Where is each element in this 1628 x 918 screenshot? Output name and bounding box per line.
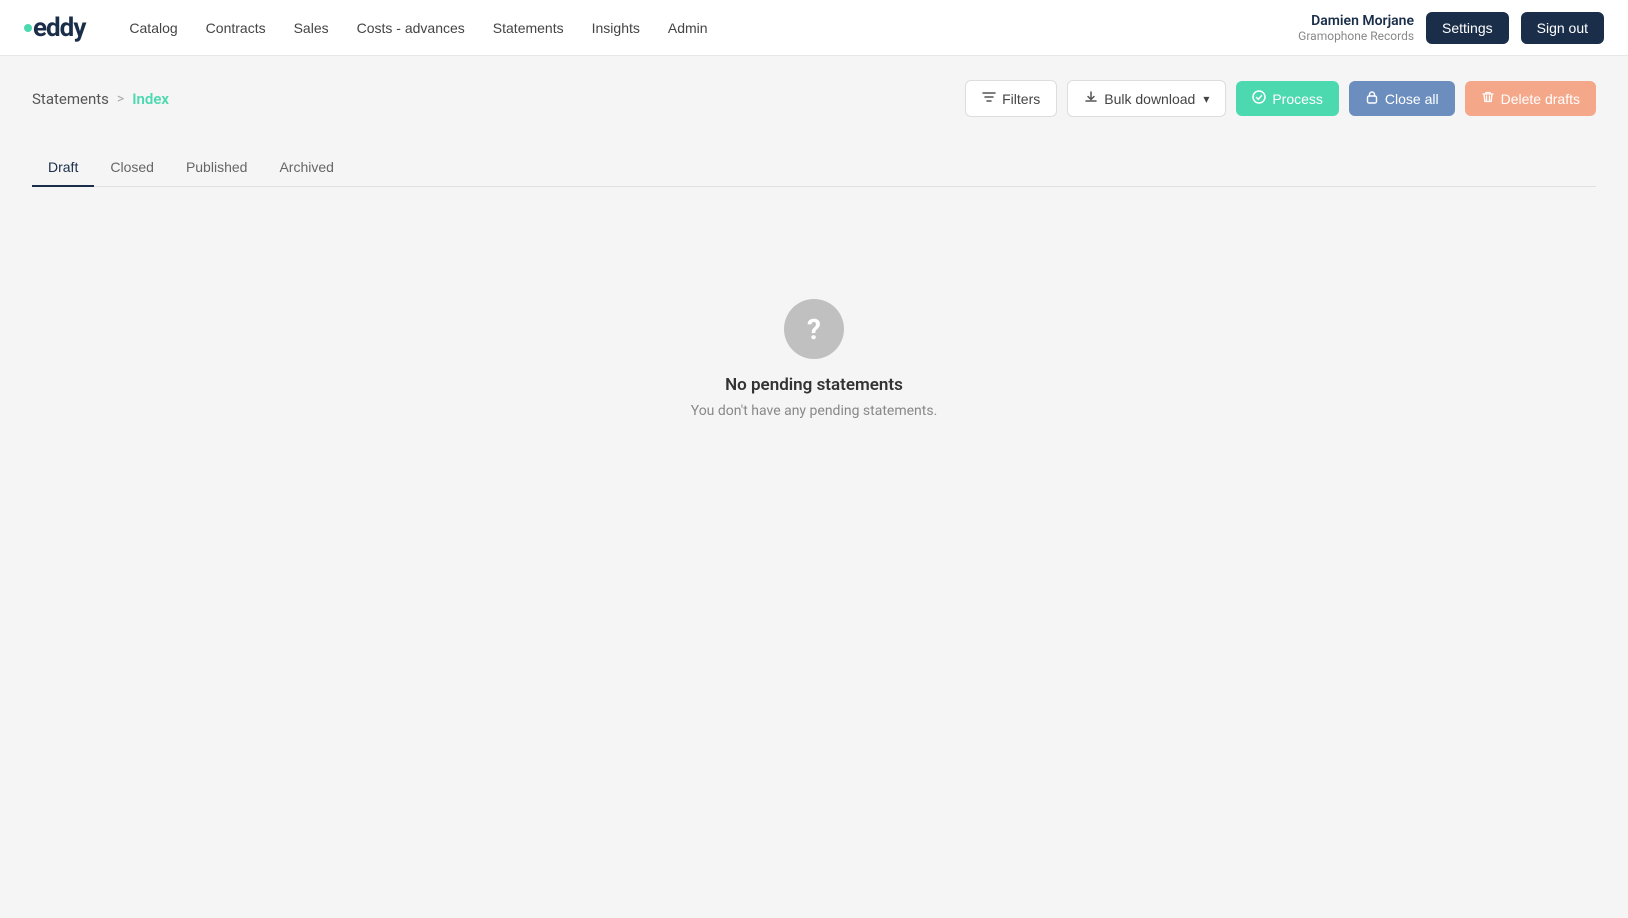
bulk-download-button[interactable]: Bulk download ▾ <box>1067 80 1226 117</box>
chevron-down-icon: ▾ <box>1203 92 1209 106</box>
logo-text: eddy <box>33 13 85 43</box>
tab-published[interactable]: Published <box>170 149 264 187</box>
logo[interactable]: eddy <box>24 13 85 43</box>
breadcrumb: Statements > Index <box>32 90 169 108</box>
question-mark-icon: ? <box>807 313 821 346</box>
empty-icon: ? <box>784 299 844 359</box>
filters-label: Filters <box>1002 91 1040 107</box>
user-name: Damien Morjane <box>1298 13 1414 29</box>
nav-catalog[interactable]: Catalog <box>117 12 189 44</box>
tab-closed[interactable]: Closed <box>94 149 170 187</box>
signout-button[interactable]: Sign out <box>1521 12 1604 44</box>
bulk-download-label: Bulk download <box>1104 91 1195 107</box>
action-buttons: Filters Bulk download ▾ <box>965 80 1596 117</box>
navbar-right: Damien Morjane Gramophone Records Settin… <box>1298 12 1604 44</box>
trash-icon <box>1481 90 1495 107</box>
nav-insights[interactable]: Insights <box>580 12 652 44</box>
nav-links: Catalog Contracts Sales Costs - advances… <box>117 12 719 44</box>
logo-dot <box>24 24 32 32</box>
process-label: Process <box>1272 91 1323 107</box>
empty-state: ? No pending statements You don't have a… <box>32 219 1596 499</box>
delete-drafts-label: Delete drafts <box>1501 91 1580 107</box>
page-header: Statements > Index Filters <box>32 80 1596 117</box>
tabs: Draft Closed Published Archived <box>32 149 1596 187</box>
process-icon <box>1252 90 1266 107</box>
nav-sales[interactable]: Sales <box>282 12 341 44</box>
user-info: Damien Morjane Gramophone Records <box>1298 13 1414 43</box>
process-button[interactable]: Process <box>1236 81 1339 116</box>
tab-archived[interactable]: Archived <box>263 149 349 187</box>
delete-drafts-button[interactable]: Delete drafts <box>1465 81 1596 116</box>
lock-icon <box>1365 90 1379 107</box>
empty-subtitle: You don't have any pending statements. <box>691 403 938 419</box>
close-all-label: Close all <box>1385 91 1439 107</box>
settings-button[interactable]: Settings <box>1426 12 1509 44</box>
tab-draft[interactable]: Draft <box>32 149 94 187</box>
navbar: eddy Catalog Contracts Sales Costs - adv… <box>0 0 1628 56</box>
nav-contracts[interactable]: Contracts <box>194 12 278 44</box>
nav-admin[interactable]: Admin <box>656 12 720 44</box>
breadcrumb-current: Index <box>132 90 169 108</box>
close-all-button[interactable]: Close all <box>1349 81 1455 116</box>
filter-icon <box>982 90 996 107</box>
user-company: Gramophone Records <box>1298 29 1414 43</box>
filters-button[interactable]: Filters <box>965 80 1057 117</box>
nav-costs-advances[interactable]: Costs - advances <box>345 12 477 44</box>
download-icon <box>1084 90 1098 107</box>
breadcrumb-parent[interactable]: Statements <box>32 90 109 108</box>
nav-statements[interactable]: Statements <box>481 12 576 44</box>
breadcrumb-separator: > <box>117 91 124 107</box>
navbar-left: eddy Catalog Contracts Sales Costs - adv… <box>24 12 720 44</box>
empty-title: No pending statements <box>725 375 903 395</box>
page-container: Statements > Index Filters <box>0 56 1628 523</box>
